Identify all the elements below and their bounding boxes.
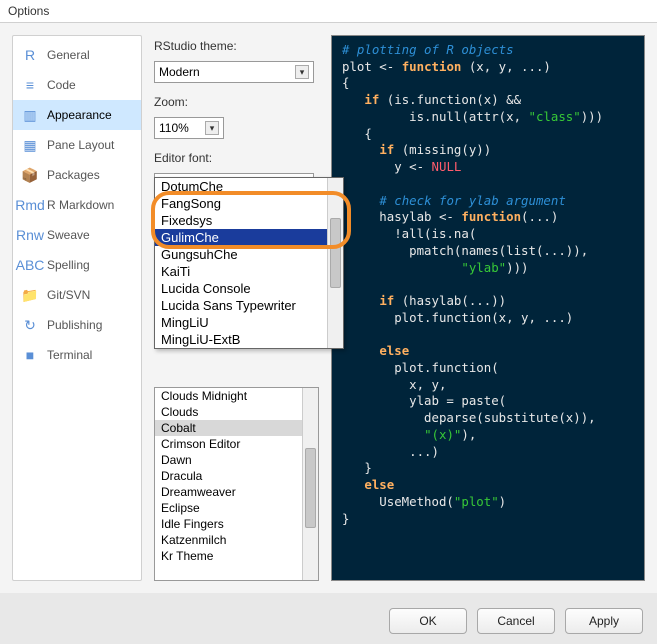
sidebar-item-packages[interactable]: 📦 Packages (13, 160, 141, 190)
font-option[interactable]: MingLiU (155, 314, 343, 331)
appearance-settings: RStudio theme: Modern ▾ Zoom: 110% ▾ Edi… (154, 35, 319, 581)
terminal-icon: ■ (21, 346, 39, 364)
dialog-buttons: OK Cancel Apply (389, 608, 643, 634)
sidebar-item-label: Packages (47, 168, 100, 182)
spelling-icon: ABC (21, 256, 39, 274)
cancel-button[interactable]: Cancel (477, 608, 555, 634)
editor-font-dropdown[interactable]: DotumCheFangSongFixedsysGulimCheGungsuhC… (154, 177, 344, 349)
editor-theme-option[interactable]: Clouds (155, 404, 318, 420)
sidebar-item-spelling[interactable]: ABC Spelling (13, 250, 141, 280)
sidebar-item-appearance[interactable]: ▥ Appearance (13, 100, 141, 130)
sidebar-item-publishing[interactable]: ↻ Publishing (13, 310, 141, 340)
scroll-thumb[interactable] (305, 448, 316, 528)
sidebar-item-pane-layout[interactable]: ▦ Pane Layout (13, 130, 141, 160)
sidebar-item-label: Appearance (47, 108, 112, 122)
chevron-down-icon: ▾ (205, 121, 219, 135)
sidebar-item-code[interactable]: ≡ Code (13, 70, 141, 100)
scrollbar[interactable] (302, 388, 318, 580)
zoom-select[interactable]: 110% ▾ (154, 117, 224, 139)
editor-theme-option[interactable]: Cobalt (155, 420, 318, 436)
font-option[interactable]: Lucida Sans Typewriter (155, 297, 343, 314)
sweave-icon: Rnw (21, 226, 39, 244)
sidebar-item-label: Pane Layout (47, 138, 114, 152)
sidebar-item-label: General (47, 48, 90, 62)
editor-theme-option[interactable]: Crimson Editor (155, 436, 318, 452)
sidebar-item-label: Git/SVN (47, 288, 90, 302)
sidebar-item-sweave[interactable]: Rnw Sweave (13, 220, 141, 250)
sidebar-item-label: Code (47, 78, 76, 92)
sidebar-item-git-svn[interactable]: 📁 Git/SVN (13, 280, 141, 310)
sidebar-item-label: Terminal (47, 348, 92, 362)
font-option[interactable]: Fixedsys (155, 212, 343, 229)
sidebar-item-label: R Markdown (47, 198, 114, 212)
font-option[interactable]: GungsuhChe (155, 246, 343, 263)
packages-icon: 📦 (21, 166, 39, 184)
font-option[interactable]: FangSong (155, 195, 343, 212)
scrollbar[interactable] (327, 178, 343, 348)
r-markdown-icon: Rmd (21, 196, 39, 214)
chevron-down-icon: ▾ (295, 65, 309, 79)
category-sidebar: R General ≡ Code ▥ Appearance ▦ Pane Layout 📦 Pac… (12, 35, 142, 581)
pane-layout-icon: ▦ (21, 136, 39, 154)
code-preview: # plotting of R objects plot <- function… (331, 35, 645, 581)
editor-theme-option[interactable]: Dawn (155, 452, 318, 468)
theme-select-value: Modern (159, 65, 200, 79)
dialog-body: R General ≡ Code ▥ Appearance ▦ Pane Layout 📦 Pac… (0, 23, 657, 593)
theme-label: RStudio theme: (154, 39, 319, 53)
general-icon: R (21, 46, 39, 64)
sidebar-item-general[interactable]: R General (13, 40, 141, 70)
editor-theme-option[interactable]: Idle Fingers (155, 516, 318, 532)
sidebar-item-r-markdown[interactable]: Rmd R Markdown (13, 190, 141, 220)
sidebar-item-label: Spelling (47, 258, 90, 272)
appearance-icon: ▥ (21, 106, 39, 124)
editor-font-label: Editor font: (154, 151, 319, 165)
editor-theme-option[interactable]: Dreamweaver (155, 484, 318, 500)
font-option[interactable]: GulimChe (155, 229, 343, 246)
editor-theme-option[interactable]: Dracula (155, 468, 318, 484)
zoom-label: Zoom: (154, 95, 319, 109)
theme-select[interactable]: Modern ▾ (154, 61, 314, 83)
editor-theme-option[interactable]: Kr Theme (155, 548, 318, 564)
sidebar-item-terminal[interactable]: ■ Terminal (13, 340, 141, 370)
sidebar-item-label: Sweave (47, 228, 90, 242)
font-option[interactable]: Lucida Console (155, 280, 343, 297)
sidebar-item-label: Publishing (47, 318, 102, 332)
publishing-icon: ↻ (21, 316, 39, 334)
ok-button[interactable]: OK (389, 608, 467, 634)
font-option[interactable]: KaiTi (155, 263, 343, 280)
font-option[interactable]: DotumChe (155, 178, 343, 195)
window-title: Options (0, 0, 657, 23)
editor-theme-option[interactable]: Katzenmilch (155, 532, 318, 548)
editor-theme-listbox[interactable]: Clouds MidnightCloudsCobaltCrimson Edito… (154, 387, 319, 581)
editor-theme-option[interactable]: Eclipse (155, 500, 318, 516)
editor-theme-option[interactable]: Clouds Midnight (155, 388, 318, 404)
scroll-thumb[interactable] (330, 218, 341, 288)
font-option[interactable]: MingLiU-ExtB (155, 331, 343, 348)
apply-button[interactable]: Apply (565, 608, 643, 634)
git-svn-icon: 📁 (21, 286, 39, 304)
code-icon: ≡ (21, 76, 39, 94)
zoom-select-value: 110% (159, 121, 189, 135)
